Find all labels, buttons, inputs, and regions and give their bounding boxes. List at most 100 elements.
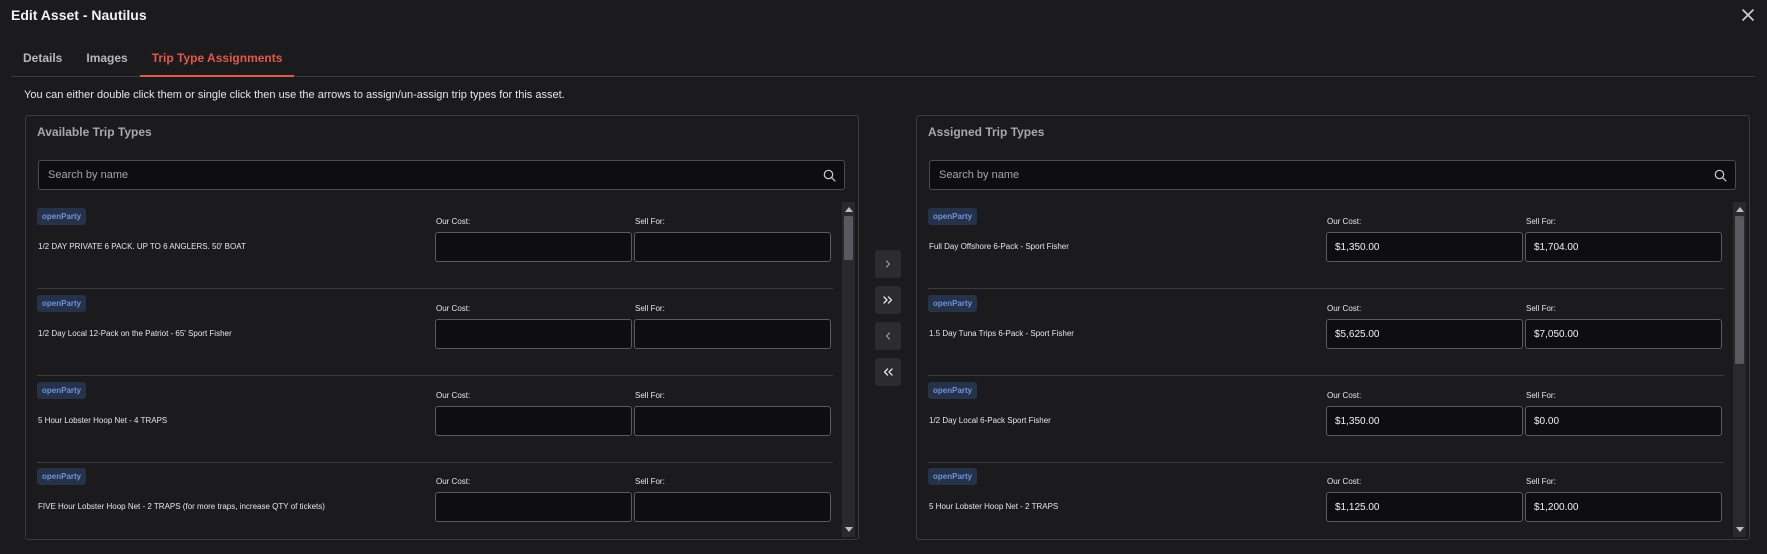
panel-title: Assigned Trip Types [928,125,1045,139]
sell-for-label: Sell For: [635,217,665,226]
our-cost-field [1326,232,1523,262]
our-cost-label: Our Cost: [436,304,471,313]
list-item[interactable]: openParty Full Day Offshore 6-Pack - Spo… [928,202,1724,289]
sell-for-field [1525,406,1722,436]
our-cost-input[interactable] [1327,320,1522,348]
sell-for-field [1525,492,1722,522]
trip-type-badge: openParty [928,295,978,312]
available-search-box [38,160,845,190]
close-icon [1742,9,1754,21]
our-cost-label: Our Cost: [1327,477,1362,486]
trip-type-name: FIVE Hour Lobster Hoop Net - 2 TRAPS (fo… [38,502,325,511]
sell-for-input[interactable] [635,407,830,435]
our-cost-field [435,406,632,436]
list-item[interactable]: openParty 5 Hour Lobster Hoop Net - 2 TR… [928,462,1724,537]
sell-for-field [634,319,831,349]
sell-for-label: Sell For: [635,391,665,400]
trip-type-badge: openParty [37,468,87,485]
trip-type-badge: openParty [928,208,978,225]
search-icon[interactable] [823,169,836,182]
trip-type-name: 1/2 DAY PRIVATE 6 PACK. UP TO 6 ANGLERS.… [38,242,246,251]
list-item[interactable]: openParty 1/2 DAY PRIVATE 6 PACK. UP TO … [37,202,833,289]
our-cost-input[interactable] [1327,407,1522,435]
list-item[interactable]: openParty 1/2 Day Local 12-Pack on the P… [37,289,833,376]
assigned-trip-types-panel: Assigned Trip Types openParty Full Day O… [916,115,1750,540]
scroll-thumb[interactable] [1735,216,1744,364]
trip-type-name: 1/2 Day Local 12-Pack on the Patriot - 6… [38,329,232,338]
our-cost-input[interactable] [436,407,631,435]
sell-for-label: Sell For: [1526,304,1556,313]
list-item[interactable]: openParty 1.5 Day Tuna Trips 6-Pack - Sp… [928,289,1724,376]
sell-for-input[interactable] [1526,233,1721,261]
our-cost-input[interactable] [436,233,631,261]
panel-title: Available Trip Types [37,125,152,139]
our-cost-label: Our Cost: [436,217,471,226]
sell-for-label: Sell For: [1526,477,1556,486]
sell-for-input[interactable] [1526,407,1721,435]
sell-for-field [1525,232,1722,262]
double-chevron-right-icon [883,296,893,304]
our-cost-field [435,232,632,262]
sell-for-input[interactable] [635,233,830,261]
list-item[interactable]: openParty 5 Hour Lobster Hoop Net - 4 TR… [37,376,833,463]
sell-for-label: Sell For: [1526,217,1556,226]
chevron-right-icon [885,260,891,268]
our-cost-input[interactable] [436,320,631,348]
assigned-search-box [929,160,1736,190]
help-text: You can either double click them or sing… [24,89,565,101]
list-item[interactable]: openParty 1/2 Day Local 6-Pack Sport Fis… [928,376,1724,463]
our-cost-label: Our Cost: [1327,391,1362,400]
our-cost-field [1326,319,1523,349]
scroll-down-icon[interactable] [845,527,853,532]
unassign-selected-button[interactable] [875,322,901,350]
close-button[interactable] [1741,8,1755,22]
sell-for-label: Sell For: [635,304,665,313]
our-cost-label: Our Cost: [436,477,471,486]
our-cost-input[interactable] [436,493,631,521]
assigned-search-input[interactable] [930,161,1735,189]
our-cost-field [1326,406,1523,436]
trip-type-name: Full Day Offshore 6-Pack - Sport Fisher [929,242,1069,251]
trip-type-badge: openParty [37,295,87,312]
sell-for-field [1525,319,1722,349]
sell-for-input[interactable] [635,320,830,348]
unassign-all-button[interactable] [875,358,901,386]
our-cost-field [435,319,632,349]
tab-bar: Details Images Trip Type Assignments [11,44,1755,77]
scroll-up-icon[interactable] [1736,207,1744,212]
sell-for-input[interactable] [1526,320,1721,348]
scroll-thumb[interactable] [844,216,853,260]
search-icon[interactable] [1714,169,1727,182]
sell-for-input[interactable] [635,493,830,521]
trip-type-badge: openParty [37,382,87,399]
our-cost-field [1326,492,1523,522]
trip-type-name: 5 Hour Lobster Hoop Net - 4 TRAPS [38,416,168,425]
our-cost-label: Our Cost: [1327,217,1362,226]
available-search-input[interactable] [39,161,844,189]
tab-images[interactable]: Images [74,44,139,77]
chevron-left-icon [885,332,891,340]
trip-type-name: 5 Hour Lobster Hoop Net - 2 TRAPS [929,502,1059,511]
trip-type-badge: openParty [928,468,978,485]
tab-trip-type-assignments[interactable]: Trip Type Assignments [139,44,295,77]
list-item[interactable]: openParty FIVE Hour Lobster Hoop Net - 2… [37,462,833,537]
trip-type-name: 1.5 Day Tuna Trips 6-Pack - Sport Fisher [929,329,1074,338]
sell-for-input[interactable] [1526,493,1721,521]
available-scrollbar[interactable] [842,202,855,537]
scroll-up-icon[interactable] [845,207,853,212]
sell-for-field [634,406,831,436]
our-cost-label: Our Cost: [1327,304,1362,313]
assigned-scrollbar[interactable] [1733,202,1746,537]
our-cost-input[interactable] [1327,493,1522,521]
modal-title: Edit Asset - Nautilus [11,7,147,23]
assign-all-button[interactable] [875,286,901,314]
trip-type-name: 1/2 Day Local 6-Pack Sport Fisher [929,416,1051,425]
tab-details[interactable]: Details [11,44,74,77]
our-cost-input[interactable] [1327,233,1522,261]
assign-selected-button[interactable] [875,250,901,278]
sell-for-field [634,492,831,522]
trip-type-badge: openParty [37,208,87,225]
sell-for-label: Sell For: [1526,391,1556,400]
scroll-down-icon[interactable] [1736,527,1744,532]
double-chevron-left-icon [883,368,893,376]
